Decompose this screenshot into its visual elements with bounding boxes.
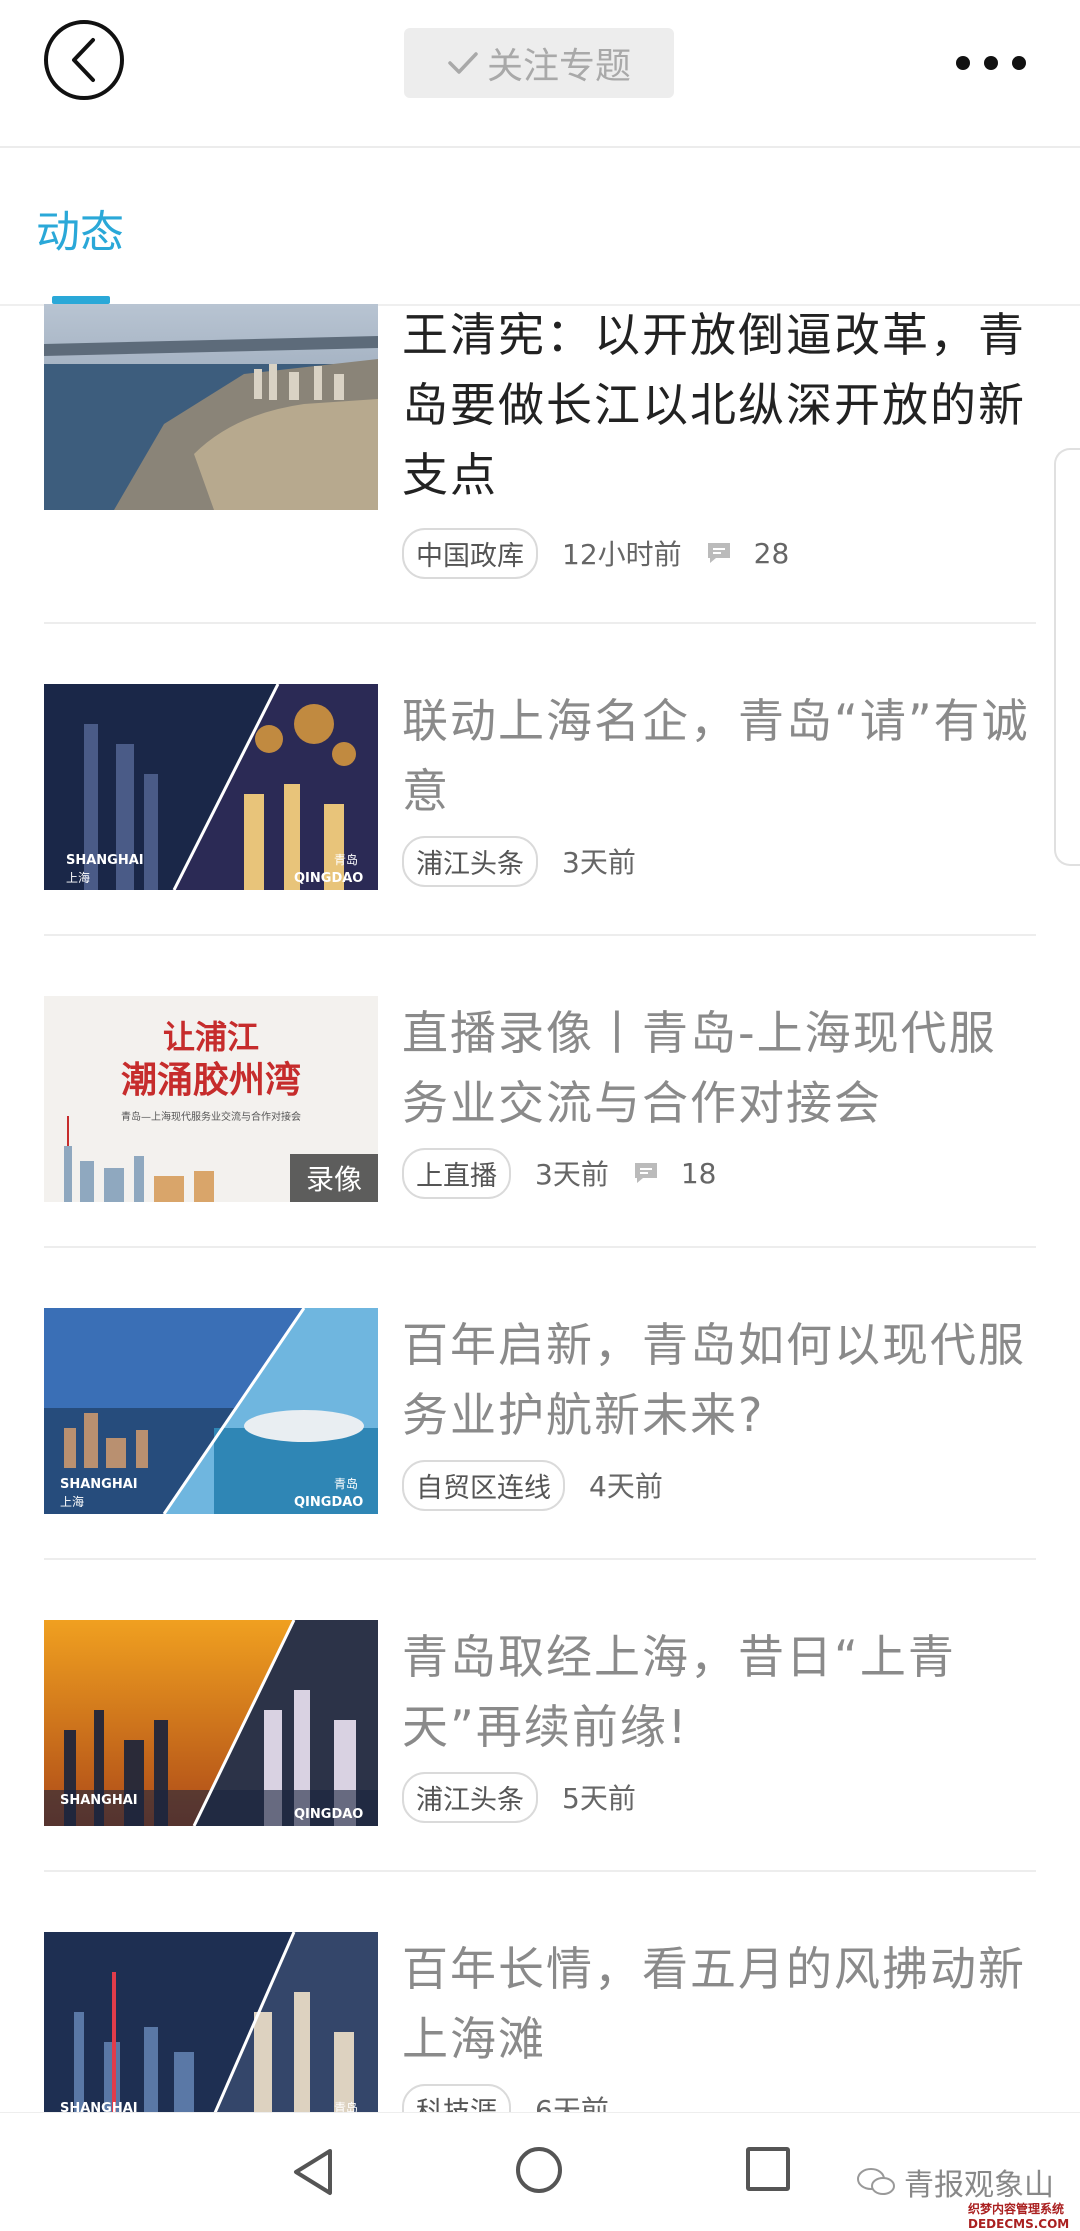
comment-icon — [707, 543, 730, 563]
article-item[interactable]: SHANGHAI 上海 青岛 QINGDAO 联动上海名企，青岛“请”有诚意 浦… — [0, 612, 1080, 936]
article-list[interactable]: 王清宪：以开放倒逼改革，青岛要做长江以北纵深开放的新支点 中国政库 12小时前 … — [0, 300, 1080, 2112]
publish-time: 4天前 — [589, 1470, 663, 1503]
article-item[interactable]: 让浦江 潮涌胶州湾 青岛—上海现代服务业交流与合作对接会 录像 直播录像丨青岛-… — [0, 924, 1080, 1248]
article-thumbnail: SHANGHAI 上海 青岛 QINGDAO — [44, 684, 378, 890]
article-title[interactable]: 直播录像丨青岛-上海现代服务业交流与合作对接会 — [402, 998, 1032, 1138]
watermark: 青报观象山 — [856, 2160, 1054, 2204]
wechat-icon — [857, 2168, 895, 2195]
thumb-label: SHANGHAI — [66, 853, 144, 868]
more-dots-icon[interactable] — [956, 48, 1026, 78]
comment-count: 28 — [706, 537, 789, 570]
article-thumbnail: 让浦江 潮涌胶州湾 青岛—上海现代服务业交流与合作对接会 录像 — [44, 996, 378, 1202]
watermark-sub: 织梦内容管理系统 DEDECMS.COM — [968, 2202, 1070, 2231]
article-thumbnail: SHANGHAI QINGDAO — [44, 1620, 378, 1826]
follow-topic-button[interactable]: 关注专题 — [404, 28, 674, 98]
thumb-label: 青岛 — [334, 2100, 358, 2112]
thumb-label: SHANGHAI — [60, 2101, 138, 2112]
article-meta: 浦江头条 3天前 — [402, 835, 636, 887]
source-tag[interactable]: 浦江头条 — [402, 835, 538, 887]
watermark-text: 青报观象山 — [904, 2168, 1054, 2203]
record-badge: 录像 — [289, 1154, 378, 1202]
thumb-label: SHANGHAI — [60, 1793, 138, 1808]
source-tag[interactable]: 上直播 — [402, 1147, 511, 1199]
thumb-subtitle: 青岛—上海现代服务业交流与合作对接会 — [121, 1110, 301, 1123]
article-thumbnail: SHANGHAI 上海 青岛 QINGDAO — [44, 1308, 378, 1514]
article-item[interactable]: SHANGHAI QINGDAO 青岛取经上海，昔日“上青天”再续前缘! 浦江头… — [0, 1548, 1080, 1872]
publish-time: 12小时前 — [562, 538, 682, 571]
article-meta: 科技涯 6天前 — [402, 2083, 609, 2112]
publish-time: 3天前 — [535, 1158, 609, 1191]
back-chevron-icon — [72, 38, 95, 82]
article-item[interactable]: SHANGHAI 上海 青岛 QINGDAO 百年启新，青岛如何以现代服务业护航… — [0, 1236, 1080, 1560]
source-tag[interactable]: 自贸区连线 — [402, 1459, 565, 1511]
article-thumbnail — [44, 304, 378, 510]
nav-home-icon[interactable] — [516, 2147, 562, 2193]
thumb-title: 让浦江 — [163, 1018, 259, 1056]
article-meta: 中国政库 12小时前 28 — [402, 527, 789, 579]
thumb-title: 潮涌胶州湾 — [121, 1059, 301, 1101]
top-bar: 关注专题 — [0, 0, 1080, 148]
thumb-label: 上海 — [66, 870, 90, 885]
nav-back-icon[interactable] — [290, 2147, 336, 2197]
article-title[interactable]: 青岛取经上海，昔日“上青天”再续前缘! — [402, 1622, 1032, 1762]
thumb-label: 青岛 — [334, 1476, 358, 1491]
check-icon — [448, 52, 478, 74]
thumb-label: 青岛 — [334, 852, 358, 867]
article-meta: 浦江头条 5天前 — [402, 1771, 636, 1823]
comment-icon — [634, 1163, 657, 1183]
article-item[interactable]: 王清宪：以开放倒逼改革，青岛要做长江以北纵深开放的新支点 中国政库 12小时前 … — [0, 300, 1080, 624]
article-title[interactable]: 王清宪：以开放倒逼改革，青岛要做长江以北纵深开放的新支点 — [402, 300, 1032, 510]
thumb-label: 上海 — [60, 1494, 84, 1509]
article-thumbnail: SHANGHAI 青岛 — [44, 1932, 378, 2112]
comment-count: 18 — [633, 1157, 716, 1190]
tab-bar: 动态 — [0, 148, 1080, 306]
publish-time: 3天前 — [562, 846, 636, 879]
source-tag[interactable]: 科技涯 — [402, 2083, 511, 2112]
article-title[interactable]: 联动上海名企，青岛“请”有诚意 — [402, 686, 1032, 826]
tab-dynamics[interactable]: 动态 — [36, 196, 124, 260]
publish-time: 6天前 — [535, 2094, 609, 2112]
source-tag[interactable]: 中国政库 — [402, 527, 538, 579]
scroll-handle[interactable] — [1054, 448, 1080, 866]
source-tag[interactable]: 浦江头条 — [402, 1771, 538, 1823]
thumb-label: QINGDAO — [294, 1807, 363, 1822]
thumb-label: QINGDAO — [294, 1495, 363, 1510]
thumb-label: SHANGHAI — [60, 1477, 138, 1492]
article-meta: 自贸区连线 4天前 — [402, 1459, 663, 1511]
follow-topic-label: 关注专题 — [486, 46, 631, 87]
back-button[interactable] — [44, 20, 124, 100]
thumb-label: QINGDAO — [294, 871, 363, 886]
article-title[interactable]: 百年启新，青岛如何以现代服务业护航新未来? — [402, 1310, 1032, 1450]
publish-time: 5天前 — [562, 1782, 636, 1815]
article-item[interactable]: SHANGHAI 青岛 百年长情，看五月的风拂动新上海滩 科技涯 6天前 — [0, 1860, 1080, 2112]
nav-recent-icon[interactable] — [746, 2147, 790, 2191]
article-meta: 上直播 3天前 18 — [402, 1147, 716, 1199]
article-title[interactable]: 百年长情，看五月的风拂动新上海滩 — [402, 1934, 1032, 2074]
